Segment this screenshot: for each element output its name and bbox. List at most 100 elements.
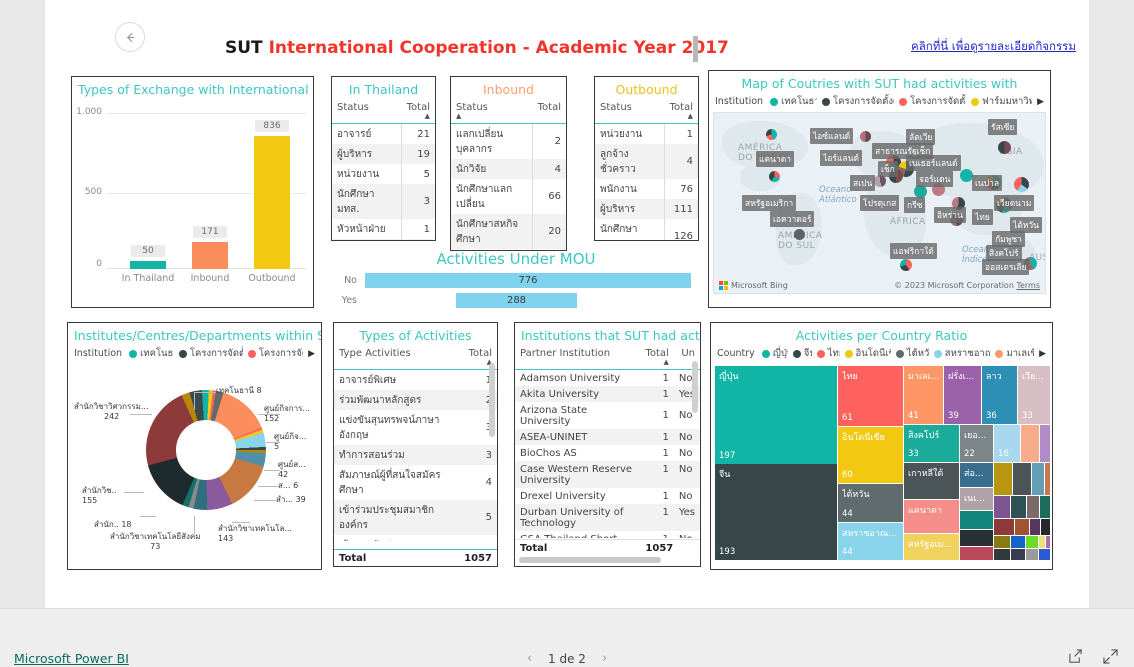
treemap-tile-canada[interactable]: แคนาดา [904,500,959,533]
col-status[interactable]: Status [332,99,402,124]
treemap-tile-s3[interactable] [994,463,1012,495]
map-marker[interactable] [1014,177,1029,192]
vertical-scrollbar[interactable] [692,361,698,413]
chevron-left-icon[interactable]: ‹ [527,651,532,666]
table-row[interactable]: ASEA-UNINET 1 No [515,429,700,445]
treemap-legend-item-6[interactable]: มาเลเซีย [995,346,1034,361]
map-legend-item-2[interactable]: โครงการจัดตั้ง... [899,94,966,109]
table-row[interactable]: นักศึกษา มทส.126 [595,219,698,240]
treemap-tile-france[interactable]: ฝรั่งเ... 39 [944,366,981,424]
treemap-tile-spain[interactable]: ส่อ... [960,463,993,487]
mou-row-yes[interactable]: Yes 288 [331,293,701,308]
table-row[interactable]: Adamson University 1 No [515,370,700,387]
col-total[interactable]: Total ▲ [664,99,698,124]
treemap-tile-s9[interactable] [960,547,993,560]
treemap-tile-singapore[interactable]: สิงคโปร์ 33 [904,425,959,462]
institutions-scroll[interactable]: Partner Institution Total ▲ Un Adamson Un… [515,345,700,538]
treemap-tile-s11[interactable] [1011,496,1026,518]
treemap-tile-s15[interactable] [1015,519,1029,535]
chevron-right-icon[interactable]: ▶ [1037,97,1044,107]
treemap-tile-china[interactable]: จีน 193 [715,464,837,560]
treemap-tile-s1[interactable] [1021,425,1039,462]
chevron-right-icon[interactable]: ▶ [1039,349,1046,359]
treemap-tile-s7[interactable] [960,511,993,529]
horizontal-scrollbar[interactable] [519,557,661,563]
vertical-scrollbar[interactable] [489,363,495,437]
map-marker[interactable] [769,171,780,182]
table-row[interactable]: พนักงาน 76 [595,179,698,199]
treemap-tile-s23[interactable] [994,549,1010,560]
table-row[interactable]: ผู้บริหาร 111 [595,199,698,219]
table-row[interactable]: Drexel University 1 No [515,488,700,504]
treemap-legend-item-5[interactable]: สหราชอาณ... [933,346,990,361]
treemap-tile-malaysia[interactable]: มาเลเ... 41 [904,366,943,424]
table-row[interactable]: หน่วยงาน 1 [595,123,698,144]
map-marker[interactable] [998,141,1011,154]
bar-inbound[interactable]: 171 [192,109,228,269]
col-partner-institution[interactable]: Partner Institution [515,345,641,370]
treemap-tile-s18[interactable] [994,536,1010,548]
table-row[interactable]: ลูกจ้างชั่วคราว 4 [595,144,698,179]
treemap-tile-s12[interactable] [1027,496,1039,518]
map-legend-item-3[interactable]: ฟาร์มมหาวิท... [971,94,1032,109]
treemap-legend-item-4[interactable]: ไต้หวัน [895,346,929,361]
treemap-chart[interactable]: ญี่ปุ่น 197 จีน 193 ไทย 61 อินโดนีเซีย 60 ไต… [715,366,1050,562]
treemap-tile-s5[interactable] [1032,463,1044,495]
table-row[interactable]: สัมภาษณ์ผู้ที่สนใจสมัครศึกษา 4 [334,465,497,500]
treemap-tile-s2[interactable] [1040,425,1050,462]
treemap-legend-item-2[interactable]: ไทย [816,346,840,361]
treemap-tile-s26[interactable] [1039,549,1050,560]
treemap-tile-taiwan[interactable]: ไต้หวัน 44 [838,484,903,522]
table-row[interactable]: GSA Thailand Short Course 20181No [515,531,700,539]
col-type-activities[interactable]: Type Activities [334,345,464,370]
treemap-tile-netherlands[interactable]: เนเ... [960,488,993,510]
treemap-tile-japan[interactable]: ญี่ปุ่น 197 [715,366,837,464]
table-row[interactable]: Case Western Reserve University 1 No [515,461,700,488]
table-row[interactable]: แข่งขันสุนทรพจน์ภาษาอังกฤษ3 [334,410,497,445]
chevron-right-icon[interactable]: ▶ [308,349,315,359]
treemap-legend-item-3[interactable]: อินโดนีเซีย [844,346,891,361]
bar-outbound[interactable]: 836 [254,109,290,269]
treemap-tile-s8[interactable] [960,530,993,546]
table-row[interactable]: เจ้าภาพจัดประชุมนานาชาติ5 [334,535,497,542]
table-row[interactable]: นักศึกษา มทส. 3 [332,184,435,219]
table-row[interactable]: นักวิจัย 4 [451,159,566,179]
table-row[interactable]: ผู้บริหาร 19 [332,144,435,164]
map-marker[interactable] [860,131,871,142]
share-icon[interactable] [1068,649,1083,667]
map-marker[interactable] [794,229,805,240]
activity-detail-link[interactable]: คลิกที่นี่ เพื่อดูรายละเอียดกิจกรรม [911,38,1076,56]
map-legend-item-1[interactable]: โครงการจัดตั้งศู... [822,94,894,109]
table-row[interactable]: นักศึกษาแลกเปลี่ยน 66 [451,179,566,214]
treemap-tile-s13[interactable] [1040,496,1050,518]
treemap-tile-usa[interactable]: สหรัฐอเม... [904,534,959,560]
treemap-tile-s19[interactable] [1011,536,1025,548]
treemap-tile-s6[interactable] [1045,463,1050,495]
map-terms-link[interactable]: Terms [1016,281,1040,290]
table-row[interactable]: นักศึกษาสหกิจศึกษา 20 [451,214,566,249]
table-row[interactable]: หน่วยงาน 5 [332,164,435,184]
world-map[interactable]: AMÉRICADO NORTE AMÉRICADO SUL ÁFRICA ASI… [713,112,1046,294]
col-status[interactable]: Status ▲ [451,99,533,124]
table-row[interactable]: ทำการสอนร่วม 3 [334,445,497,465]
map-legend-item-0[interactable]: เทคโนธานี [770,94,817,109]
map-marker[interactable] [766,129,777,140]
treemap-tile-vietnam[interactable]: เวีย... 33 [1018,366,1050,424]
treemap-tile-s10[interactable] [994,496,1010,518]
treemap-tile-indonesia[interactable]: อินโดนีเซีย 60 [838,427,903,483]
treemap-tile-thailand[interactable]: ไทย 61 [838,366,903,426]
table-row[interactable]: อาจารย์พิเศษ1 [334,370,497,391]
treemap-tile-16[interactable]: 16 [994,425,1020,462]
treemap-legend-item-1[interactable]: จีน [792,346,812,361]
types-of-activities-scroll[interactable]: Type Activities Total▲ อาจารย์พิเศษ1 ร่ว… [334,345,497,541]
mou-row-no[interactable]: No 776 [331,273,701,288]
donut-legend-item-2[interactable]: โครงการจัด... [247,346,303,361]
treemap-tile-s14[interactable] [994,519,1014,535]
treemap-tile-s20[interactable] [1026,536,1038,548]
table-row[interactable]: Akita University 1 Yes [515,386,700,402]
treemap-tile-s21[interactable] [1039,536,1045,548]
table-row[interactable]: ร่วมพัฒนาหลักสูตร2 [334,390,497,410]
table-row[interactable]: BioChos AS 1 No [515,445,700,461]
donut-legend-item-0[interactable]: เทคโนธานี [129,346,174,361]
table-row[interactable]: เข้าร่วมประชุมสมาชิกองค์กร 5 [334,500,497,535]
